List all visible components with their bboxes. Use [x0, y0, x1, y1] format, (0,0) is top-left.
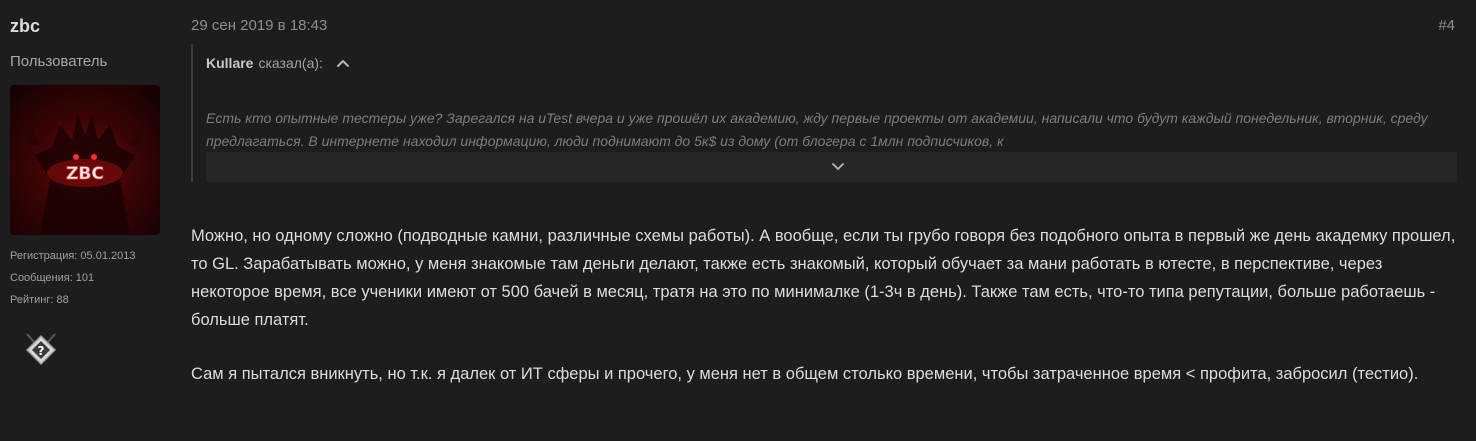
user-title: Пользователь: [10, 53, 108, 70]
avatar-label: ZBC: [66, 164, 104, 184]
rating: Рейтинг: 88: [10, 294, 69, 306]
post-number-link[interactable]: #4: [1438, 17, 1455, 34]
badge-symbol: ?: [38, 344, 45, 358]
quote-header: Kullare сказал(а):: [206, 55, 351, 71]
chevron-down-icon[interactable]: [830, 159, 846, 175]
message-count: Сообщения: 101: [10, 272, 95, 284]
avatar[interactable]: ZBC: [10, 85, 160, 235]
registration-date: Регистрация: 05.01.2013: [10, 250, 136, 262]
post-date-link[interactable]: 29 сен 2019 в 18:43: [191, 17, 327, 34]
username-link[interactable]: zbc: [10, 16, 40, 37]
quote-block: Kullare сказал(а): Есть кто опытные тест…: [191, 44, 1457, 182]
rank-badge-icon[interactable]: ?: [24, 330, 58, 368]
quote-text: Есть кто опытные тестеры уже? Зарегался …: [206, 110, 1428, 149]
message-body: Можно, но одному сложно (подводные камни…: [191, 222, 1461, 388]
forum-post: zbc Пользователь ZBC Регистрация: 05.01.…: [0, 0, 1476, 441]
chevron-up-icon[interactable]: [335, 55, 351, 71]
message-paragraph: Сам я пытался вникнуть, но т.к. я далек …: [191, 365, 1419, 383]
quote-author-link[interactable]: Kullare: [206, 55, 253, 71]
quote-said-label: сказал(а):: [258, 55, 323, 71]
message-paragraph: Можно, но одному сложно (подводные камни…: [191, 227, 1456, 329]
